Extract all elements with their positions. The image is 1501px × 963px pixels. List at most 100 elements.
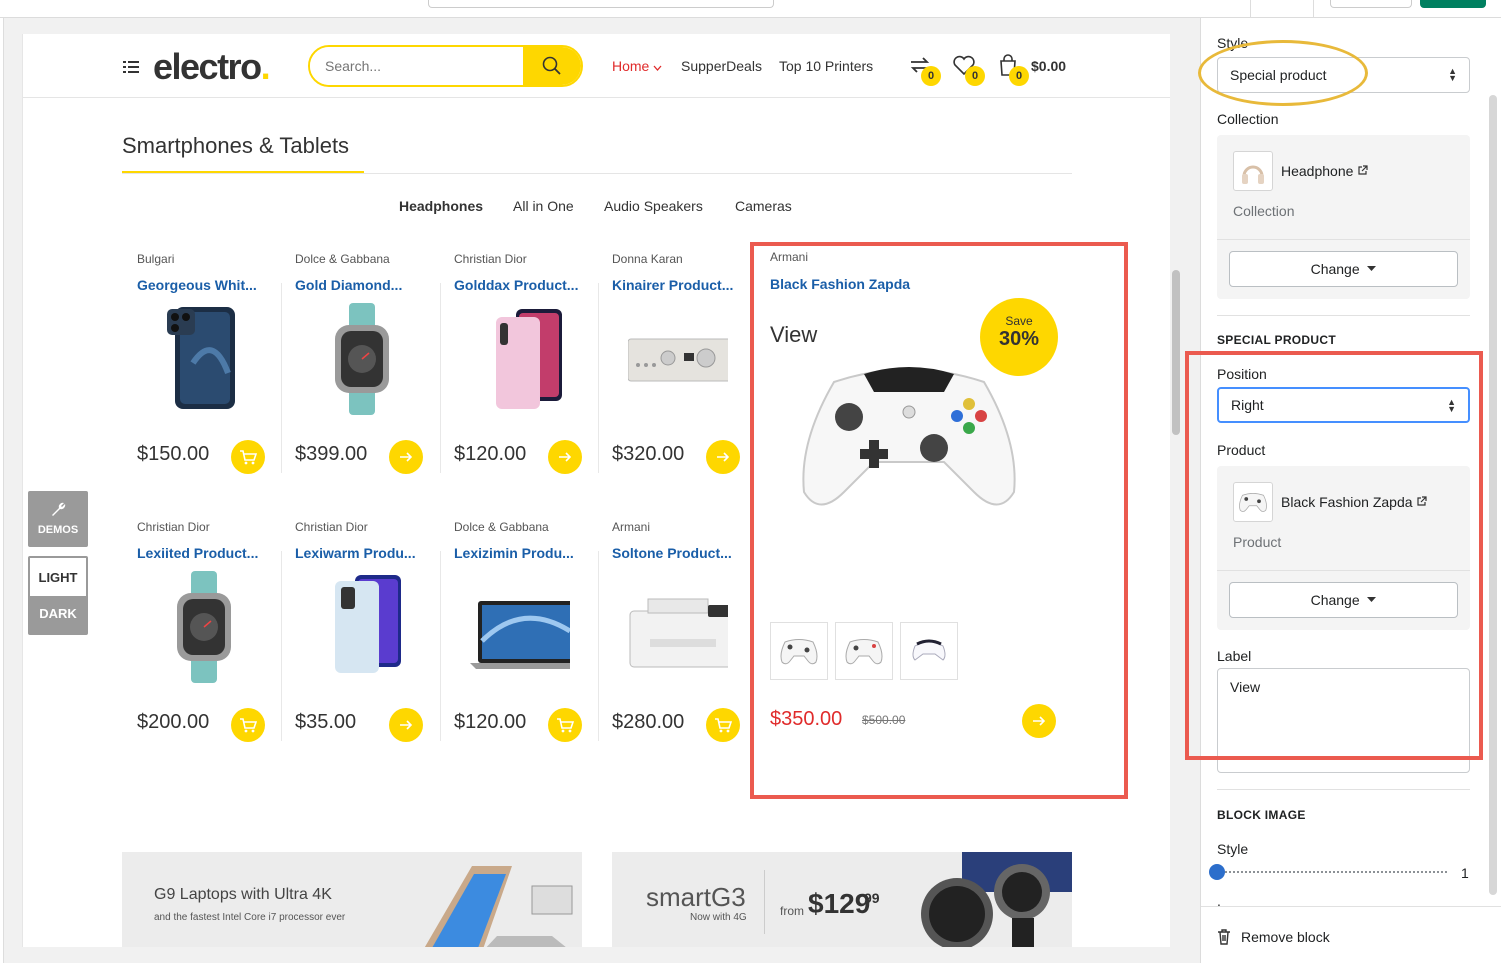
product-name[interactable]: Georgeous Whit...: [137, 277, 257, 293]
block-style-slider[interactable]: [1209, 864, 1447, 880]
smartwatch-image: [335, 303, 389, 415]
toolbar-divider: [1313, 0, 1314, 18]
product-name[interactable]: Lexizimin Produ...: [454, 545, 574, 561]
theme-toggle: LIGHT DARK: [28, 556, 88, 635]
wishlist-button[interactable]: 0: [951, 52, 985, 86]
tab-all-in-one[interactable]: All in One: [513, 198, 574, 214]
product-card[interactable]: Christian Dior Lexiwarm Produ... $35.00: [281, 511, 439, 751]
cart-icon: [240, 450, 257, 465]
special-product-heading: SPECIAL PRODUCT: [1217, 333, 1336, 347]
laptop-promo-banner[interactable]: G9 Laptops with Ultra 4K and the fastest…: [122, 852, 582, 947]
product-brand: Christian Dior: [295, 520, 368, 534]
view-product-button[interactable]: [706, 440, 740, 474]
nav-superdeals[interactable]: SupperDeals: [681, 58, 762, 74]
special-product-card[interactable]: Armani Black Fashion Zapda View Save 30%…: [750, 242, 1128, 799]
product-card[interactable]: Bulgari Georgeous Whit... $150.00: [123, 243, 281, 483]
chevron-down-icon: [653, 65, 662, 71]
controller-thumbnail-icon: [780, 639, 818, 665]
column-divider: [440, 283, 441, 473]
product-card[interactable]: Armani Soltone Product... $280.00: [598, 511, 756, 751]
collection-thumbnail: [1233, 151, 1273, 191]
controller-thumbnail-icon: [1239, 493, 1267, 512]
product-brand: Armani: [612, 520, 651, 534]
product-card[interactable]: Christian Dior Lexiited Product... $200.…: [123, 511, 281, 751]
product-card[interactable]: Dolce & Gabbana Lexizimin Produ... $120.…: [440, 511, 598, 751]
style-select[interactable]: Special product ▲ ▼: [1217, 57, 1470, 93]
external-link-icon: [1417, 496, 1428, 506]
section-divider: [122, 173, 1072, 174]
cart-button[interactable]: 0: [995, 52, 1029, 86]
product-price: $150.00: [137, 443, 210, 465]
watch-banner-image: [921, 852, 1072, 947]
toolbar-divider: [1250, 0, 1251, 18]
add-to-cart-button[interactable]: [548, 708, 582, 742]
view-product-button[interactable]: [1022, 704, 1056, 738]
product-name[interactable]: Golddax Product...: [454, 277, 578, 293]
product-name[interactable]: Black Fashion Zapda: [1281, 494, 1428, 510]
change-product-button[interactable]: Change: [1229, 582, 1458, 618]
position-select[interactable]: Right ▲ ▼: [1217, 387, 1470, 423]
product-name[interactable]: Kinairer Product...: [612, 277, 733, 293]
product-card[interactable]: Donna Karan Kinairer Product... $320.00: [598, 243, 756, 483]
product-thumbnail[interactable]: [900, 622, 958, 680]
banner-from: from: [780, 904, 804, 918]
product-name[interactable]: Lexiited Product...: [137, 545, 258, 561]
tab-headphones[interactable]: Headphones: [399, 198, 483, 214]
dark-mode-button[interactable]: DARK: [28, 602, 88, 624]
add-to-cart-button[interactable]: [231, 708, 265, 742]
laptop-image: [470, 601, 570, 669]
special-product-name[interactable]: Black Fashion Zapda: [770, 276, 910, 292]
collection-name[interactable]: Headphone: [1281, 163, 1368, 179]
nav-home[interactable]: Home: [612, 58, 662, 74]
change-collection-button[interactable]: Change: [1229, 251, 1458, 287]
compare-button[interactable]: 0: [907, 52, 941, 86]
label-textarea[interactable]: View: [1217, 668, 1470, 773]
preview-scrollbar[interactable]: [1172, 270, 1180, 435]
panel-scrollbar[interactable]: [1489, 95, 1497, 895]
change-label: Change: [1310, 261, 1360, 277]
wrench-icon: [52, 502, 66, 516]
smartwatch-promo-banner[interactable]: smartG3 Now with 4G from $129 99: [612, 852, 1072, 947]
store-logo[interactable]: electro.: [153, 46, 270, 88]
add-to-cart-button[interactable]: [706, 708, 740, 742]
page-selector[interactable]: [428, 0, 774, 8]
product-thumbnail[interactable]: [770, 622, 828, 680]
product-brand: Dolce & Gabbana: [454, 520, 549, 534]
menu-icon[interactable]: [123, 60, 139, 79]
product-price: $320.00: [612, 443, 685, 465]
controller-thumbnail-icon: [912, 639, 946, 661]
remove-block-button[interactable]: Remove block: [1241, 929, 1330, 945]
banner-divider: [764, 870, 765, 934]
arrow-right-icon: [400, 720, 413, 730]
view-product-button[interactable]: [389, 708, 423, 742]
search-button[interactable]: [523, 47, 581, 85]
logo-text: electro: [153, 46, 262, 87]
column-divider: [281, 551, 282, 741]
nav-home-label: Home: [612, 58, 650, 74]
search-input[interactable]: [310, 47, 525, 85]
nav-top-printers[interactable]: Top 10 Printers: [779, 58, 873, 74]
product-name[interactable]: Soltone Product...: [612, 545, 732, 561]
smartphone-image: [496, 309, 562, 409]
save-button[interactable]: [1420, 0, 1486, 8]
product-price: $200.00: [137, 711, 210, 733]
tab-audio-speakers[interactable]: Audio Speakers: [604, 198, 703, 214]
product-thumbnail[interactable]: [835, 622, 893, 680]
save-badge-label: Save: [1005, 314, 1033, 328]
slider-handle[interactable]: [1209, 864, 1225, 880]
secondary-action-button[interactable]: [1330, 0, 1412, 8]
view-product-button[interactable]: [548, 440, 582, 474]
demos-button[interactable]: DEMOS: [28, 491, 88, 547]
collection-name-text: Headphone: [1281, 163, 1354, 179]
tab-cameras[interactable]: Cameras: [735, 198, 792, 214]
product-card[interactable]: Dolce & Gabbana Gold Diamond... $399.00: [281, 243, 439, 483]
add-to-cart-button[interactable]: [231, 440, 265, 474]
product-brand: Christian Dior: [454, 252, 527, 266]
product-card[interactable]: Christian Dior Golddax Product... $120.0…: [440, 243, 598, 483]
product-name[interactable]: Lexiwarm Produ...: [295, 545, 416, 561]
product-name[interactable]: Gold Diamond...: [295, 277, 402, 293]
panel-divider: [1217, 315, 1470, 316]
light-mode-button[interactable]: LIGHT: [30, 558, 86, 596]
view-product-button[interactable]: [389, 440, 423, 474]
store-preview: electro. Home SupperDeals Top 10 Printer…: [22, 34, 1170, 947]
